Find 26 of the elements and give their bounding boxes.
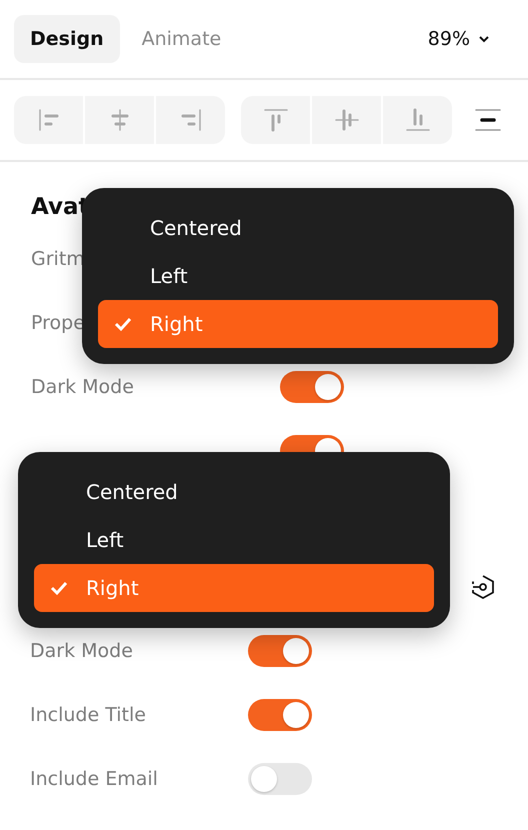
- align-button[interactable]: [312, 96, 381, 144]
- align-button[interactable]: [383, 96, 452, 144]
- property-label: Include Email: [30, 768, 158, 790]
- tab[interactable]: Design: [14, 15, 120, 63]
- menu-item[interactable]: Centered: [34, 468, 434, 516]
- hexagon-icon[interactable]: [469, 573, 497, 601]
- checkmark-icon: [50, 579, 68, 597]
- align-button[interactable]: [85, 96, 154, 144]
- align-button[interactable]: [14, 96, 83, 144]
- toggle-switch[interactable]: [280, 371, 344, 403]
- property-label: Gritm: [31, 248, 85, 270]
- toggle-switch[interactable]: [248, 763, 312, 795]
- property-label: Prope: [31, 312, 85, 334]
- menu-item[interactable]: Left: [98, 252, 498, 300]
- align-button[interactable]: [241, 96, 310, 144]
- toggle-switch[interactable]: [248, 635, 312, 667]
- checkmark-icon: [114, 315, 132, 333]
- property-label: Include Title: [30, 704, 146, 726]
- property-label: Dark Mode: [30, 640, 133, 662]
- property-label: Dark Mode: [31, 376, 134, 398]
- align-bottom-icon: [404, 106, 432, 134]
- zoom-dropdown[interactable]: 89%: [428, 28, 514, 50]
- align-button[interactable]: [156, 96, 225, 144]
- menu-item[interactable]: Left: [34, 516, 434, 564]
- toggle-switch[interactable]: [248, 699, 312, 731]
- menu-item[interactable]: Centered: [98, 204, 498, 252]
